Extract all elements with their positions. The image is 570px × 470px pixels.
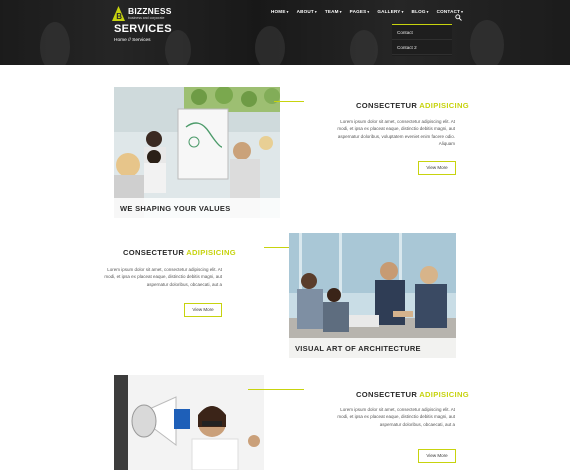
section-1-caption-text: WE SHAPING YOUR VALUES xyxy=(120,203,231,213)
logo-mark-icon: B xyxy=(112,6,125,21)
section-3-text: Lorem ipsum dolor sit amet, consectetur … xyxy=(337,407,455,427)
nav-item-gallery[interactable]: GALLERY▾ xyxy=(373,9,407,14)
nav-item-home[interactable]: HOME▾ xyxy=(267,9,293,14)
chevron-down-icon: ▾ xyxy=(314,10,317,14)
page-title: SERVICES xyxy=(114,23,172,35)
nav-item-pages[interactable]: PAGES▾ xyxy=(346,9,374,14)
main-nav: HOME▾ ABOUT▾ TEAM▾ PAGES▾ GALLERY▾ BLOG▾… xyxy=(267,9,467,14)
search-icon[interactable] xyxy=(455,8,462,21)
dropdown-item-contact-2[interactable]: Contact 2 xyxy=(392,40,452,55)
breadcrumb-current: Services xyxy=(132,38,151,43)
breadcrumb: Home // Services xyxy=(114,38,151,43)
woman-megaphone-illustration xyxy=(114,375,264,470)
section-1-view-more-button[interactable]: View More xyxy=(418,161,456,175)
site-logo[interactable]: B BIZZNESS business and corporate xyxy=(112,6,172,21)
nav-item-about[interactable]: ABOUT▾ xyxy=(293,9,321,14)
chevron-down-icon: ▾ xyxy=(339,10,342,14)
chevron-down-icon: ▾ xyxy=(426,10,429,14)
section-2-caption-text: VISUAL ART OF ARCHITECTURE xyxy=(295,343,421,353)
page-hero: B BIZZNESS business and corporate HOME▾ … xyxy=(0,0,570,65)
dropdown-item-contact[interactable]: Contact xyxy=(392,25,452,40)
brand-name: BIZZNESS xyxy=(128,6,172,16)
svg-text:B: B xyxy=(116,12,122,21)
section-1-title: CONSECTETUR ADIPISICING xyxy=(356,101,469,110)
chevron-down-icon: ▾ xyxy=(401,10,404,14)
section-2-caption: VISUAL ART OF ARCHITECTURE xyxy=(289,338,456,358)
breadcrumb-home-link[interactable]: Home xyxy=(114,38,127,43)
chevron-down-icon: ▾ xyxy=(367,10,370,14)
section-2-text: Lorem ipsum dolor sit amet, consectetur … xyxy=(104,267,222,287)
section-3-title: CONSECTETUR ADIPISICING xyxy=(356,390,469,399)
section-3-image xyxy=(114,375,264,470)
section-3-accent-line xyxy=(248,389,304,390)
section-1-accent-line xyxy=(274,101,304,102)
contact-dropdown-menu: Contact Contact 2 xyxy=(392,24,452,56)
section-1-image: WE SHAPING YOUR VALUES xyxy=(114,87,280,218)
section-2-title: CONSECTETUR ADIPISICING xyxy=(123,248,236,257)
nav-item-blog[interactable]: BLOG▾ xyxy=(408,9,433,14)
section-2-image: VISUAL ART OF ARCHITECTURE xyxy=(289,233,456,358)
chevron-down-icon: ▾ xyxy=(286,10,289,14)
section-3-view-more-button[interactable]: View More xyxy=(418,449,456,463)
section-2-view-more-button[interactable]: View More xyxy=(184,303,222,317)
section-1-text: Lorem ipsum dolor sit amet, consectetur … xyxy=(337,119,455,146)
section-1-caption: WE SHAPING YOUR VALUES xyxy=(114,198,280,218)
brand-tagline: business and corporate xyxy=(128,15,165,20)
nav-item-team[interactable]: TEAM▾ xyxy=(321,9,346,14)
